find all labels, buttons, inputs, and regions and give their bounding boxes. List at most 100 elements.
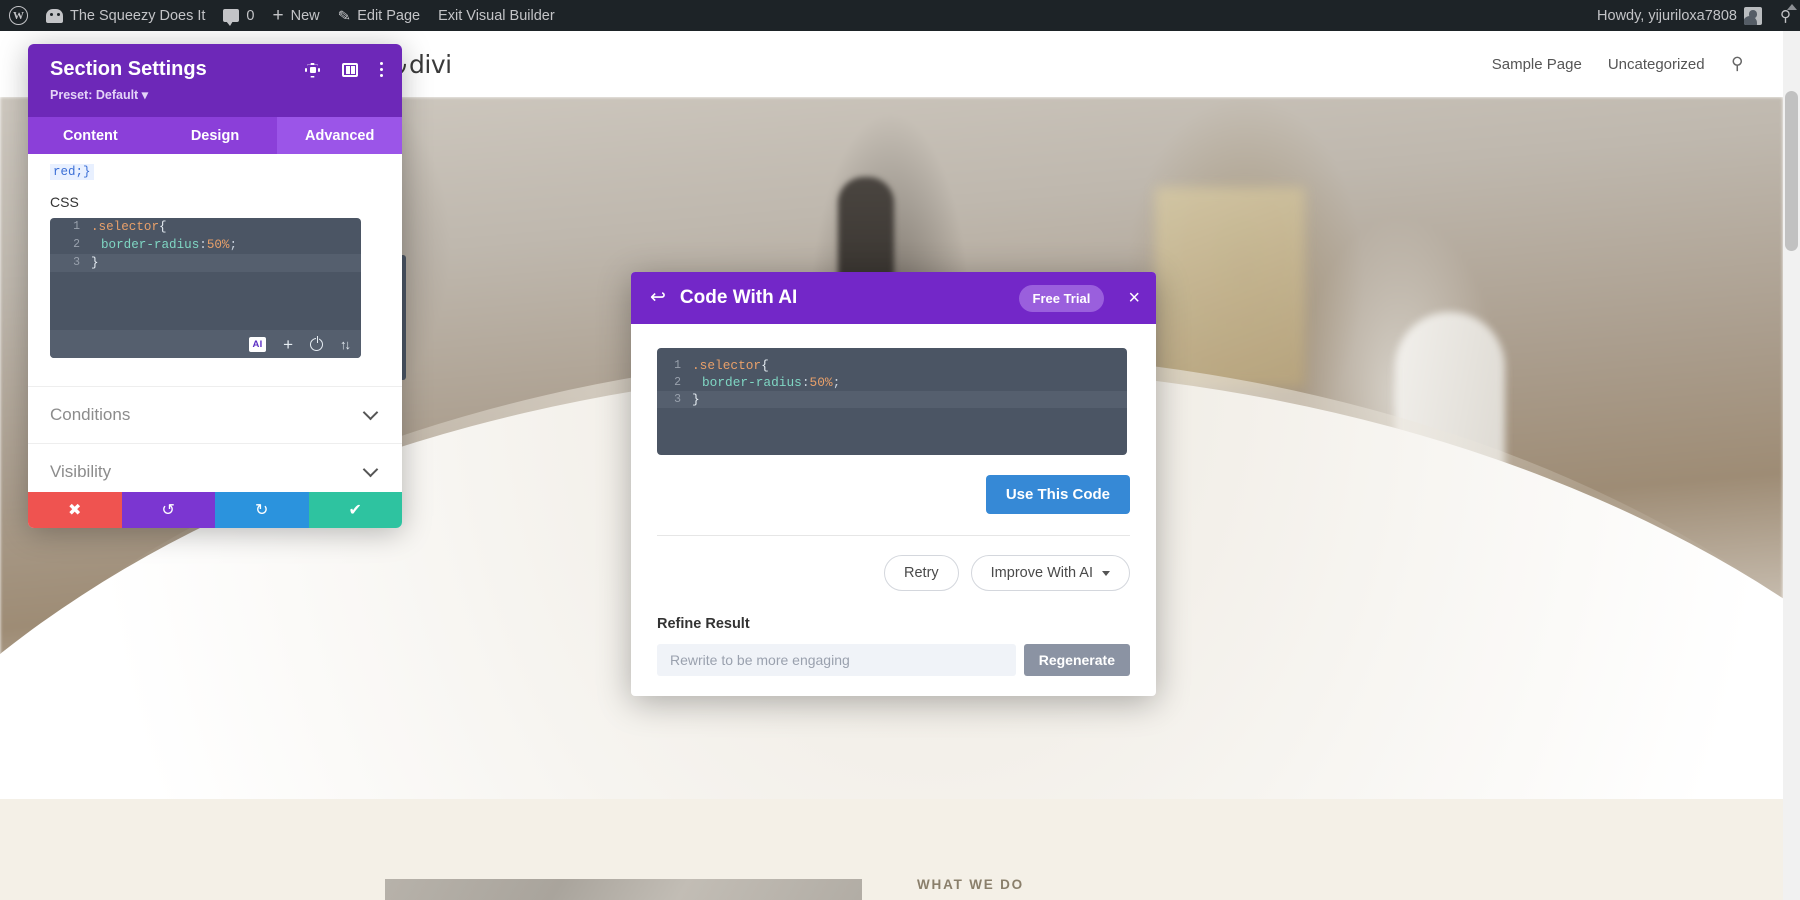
css-code-editor[interactable]: 1 .selector { 2 border-radius : 50% ; 3 … <box>50 218 361 358</box>
css-property-token: border-radius <box>702 375 802 390</box>
my-account-menu[interactable]: Howdy, yijuriloxa7808 <box>1588 0 1771 31</box>
section-eyebrow: WHAT WE DO <box>917 877 1024 892</box>
refine-result-input[interactable] <box>657 644 1016 676</box>
modal-header: ↩ Code With AI Free Trial × <box>631 272 1156 324</box>
site-nav: Sample Page Uncategorized ⚲ <box>1492 54 1743 74</box>
exit-visual-builder-menu[interactable]: Exit Visual Builder <box>429 0 564 31</box>
tab-design[interactable]: Design <box>152 117 278 154</box>
plus-icon: + <box>272 5 284 26</box>
nav-item-sample-page[interactable]: Sample Page <box>1492 56 1582 73</box>
redo-button[interactable]: ↻ <box>215 492 309 528</box>
site-name-menu[interactable]: The Squeezy Does It <box>37 0 214 31</box>
improve-with-ai-button[interactable]: Improve With AI <box>970 555 1130 591</box>
retry-label: Retry <box>904 565 939 581</box>
line-number: 3 <box>73 256 80 269</box>
modal-divider <box>657 535 1130 536</box>
css-semicolon-token: ; <box>832 375 841 390</box>
howdy-label: Howdy, yijuriloxa7808 <box>1597 7 1737 24</box>
css-value-token: 50% <box>809 375 833 390</box>
wordpress-logo-icon <box>9 6 28 25</box>
accordion-label: Conditions <box>50 405 131 424</box>
css-value-token: 50% <box>206 238 230 252</box>
line-number: 1 <box>674 359 681 372</box>
section-settings-panel: Section Settings Preset: Default ▾ Conte… <box>28 44 402 528</box>
accordion-visibility[interactable]: Visibility <box>28 443 402 492</box>
panel-preset-selector[interactable]: Preset: Default ▾ <box>50 87 382 102</box>
css-colon-token: : <box>199 238 207 252</box>
exit-visual-builder-label: Exit Visual Builder <box>438 7 555 24</box>
scroll-to-top-icon[interactable] <box>1787 4 1797 10</box>
free-trial-badge[interactable]: Free Trial <box>1018 284 1105 312</box>
modal-action-pills: Retry Improve With AI <box>657 555 1130 591</box>
accordion-conditions[interactable]: Conditions <box>28 386 402 443</box>
css-selector-token: .selector <box>91 220 160 234</box>
focus-mode-icon[interactable] <box>305 63 320 78</box>
search-icon[interactable]: ⚲ <box>1731 54 1743 74</box>
code-line-active: 3 } <box>657 391 1127 408</box>
refine-result-row: Regenerate <box>657 644 1130 676</box>
css-brace-token: { <box>159 220 167 234</box>
more-options-icon[interactable] <box>380 62 384 78</box>
tab-content[interactable]: Content <box>28 117 153 154</box>
code-line: 1 .selector { <box>50 218 361 236</box>
accordion-label: Visibility <box>50 462 112 481</box>
css-close-brace-token: } <box>692 392 700 407</box>
site-name-label: The Squeezy Does It <box>70 7 206 24</box>
panel-header-actions <box>305 62 384 78</box>
edit-page-label: Edit Page <box>357 7 421 24</box>
comment-bubble-icon <box>223 9 240 26</box>
sort-updown-icon[interactable]: ↑↓ <box>340 337 351 352</box>
line-number: 1 <box>73 220 80 233</box>
css-selector-token: .selector <box>692 358 762 373</box>
undo-button[interactable]: ↺ <box>121 492 215 528</box>
line-number: 3 <box>674 393 681 406</box>
layout-toggle-icon[interactable] <box>342 63 358 77</box>
back-arrow-icon[interactable]: ↩ <box>650 286 666 309</box>
line-number: 2 <box>73 238 80 251</box>
page-scrollbar[interactable] <box>1783 31 1800 900</box>
power-icon[interactable] <box>310 336 323 351</box>
code-editor-toolbar: AI + ↑↓ <box>50 330 361 358</box>
new-label: New <box>290 7 320 24</box>
chevron-down-icon <box>362 404 379 421</box>
modal-body: 1 .selector { 2 border-radius : 50% ; 3 … <box>631 324 1156 696</box>
home-icon <box>46 8 63 23</box>
regenerate-button[interactable]: Regenerate <box>1023 644 1130 676</box>
edit-page-menu[interactable]: ✎ Edit Page <box>329 0 429 31</box>
comment-count: 0 <box>246 7 255 24</box>
save-button[interactable]: ✔ <box>308 492 402 528</box>
line-number: 2 <box>674 376 681 389</box>
leftover-code-text: red;} <box>50 164 94 180</box>
nav-item-uncategorized[interactable]: Uncategorized <box>1608 56 1705 73</box>
pencil-icon: ✎ <box>336 6 352 26</box>
refine-result-label: Refine Result <box>657 616 750 632</box>
css-brace-token: { <box>761 358 769 373</box>
modal-title: Code With AI <box>679 287 798 308</box>
ai-icon[interactable]: AI <box>248 336 267 352</box>
wordpress-menu[interactable] <box>0 0 37 31</box>
site-logo-text: divi <box>409 49 452 79</box>
code-line: 1 .selector { <box>657 357 1127 374</box>
plus-icon[interactable]: + <box>283 336 293 353</box>
discard-button[interactable]: ✖ <box>28 492 122 528</box>
hero-product-label <box>1155 187 1305 387</box>
what-we-do-image <box>385 879 862 900</box>
comments-menu[interactable]: 0 <box>214 0 263 31</box>
use-code-row: Use This Code <box>657 475 1130 514</box>
close-icon[interactable]: × <box>1128 288 1140 308</box>
panel-tabs: Content Design Advanced <box>28 117 402 154</box>
panel-header: Section Settings Preset: Default ▾ <box>28 44 402 117</box>
code-line: 2 border-radius : 50% ; <box>657 374 1127 391</box>
css-colon-token: : <box>801 375 810 390</box>
panel-footer: ✖ ↺ ↻ ✔ <box>28 492 402 528</box>
avatar <box>1744 6 1762 25</box>
use-this-code-button[interactable]: Use This Code <box>985 475 1130 514</box>
code-line-active: 3 } <box>50 254 361 272</box>
retry-button[interactable]: Retry <box>884 555 959 591</box>
page-scrollbar-thumb[interactable] <box>1785 91 1798 251</box>
new-content-menu[interactable]: + New <box>264 0 329 31</box>
ai-generated-code-block: 1 .selector { 2 border-radius : 50% ; 3 … <box>657 348 1127 455</box>
tab-advanced[interactable]: Advanced <box>277 117 402 154</box>
panel-body: red;} CSS 1 .selector { 2 border-radius … <box>28 154 402 492</box>
chevron-down-icon <box>362 461 379 478</box>
